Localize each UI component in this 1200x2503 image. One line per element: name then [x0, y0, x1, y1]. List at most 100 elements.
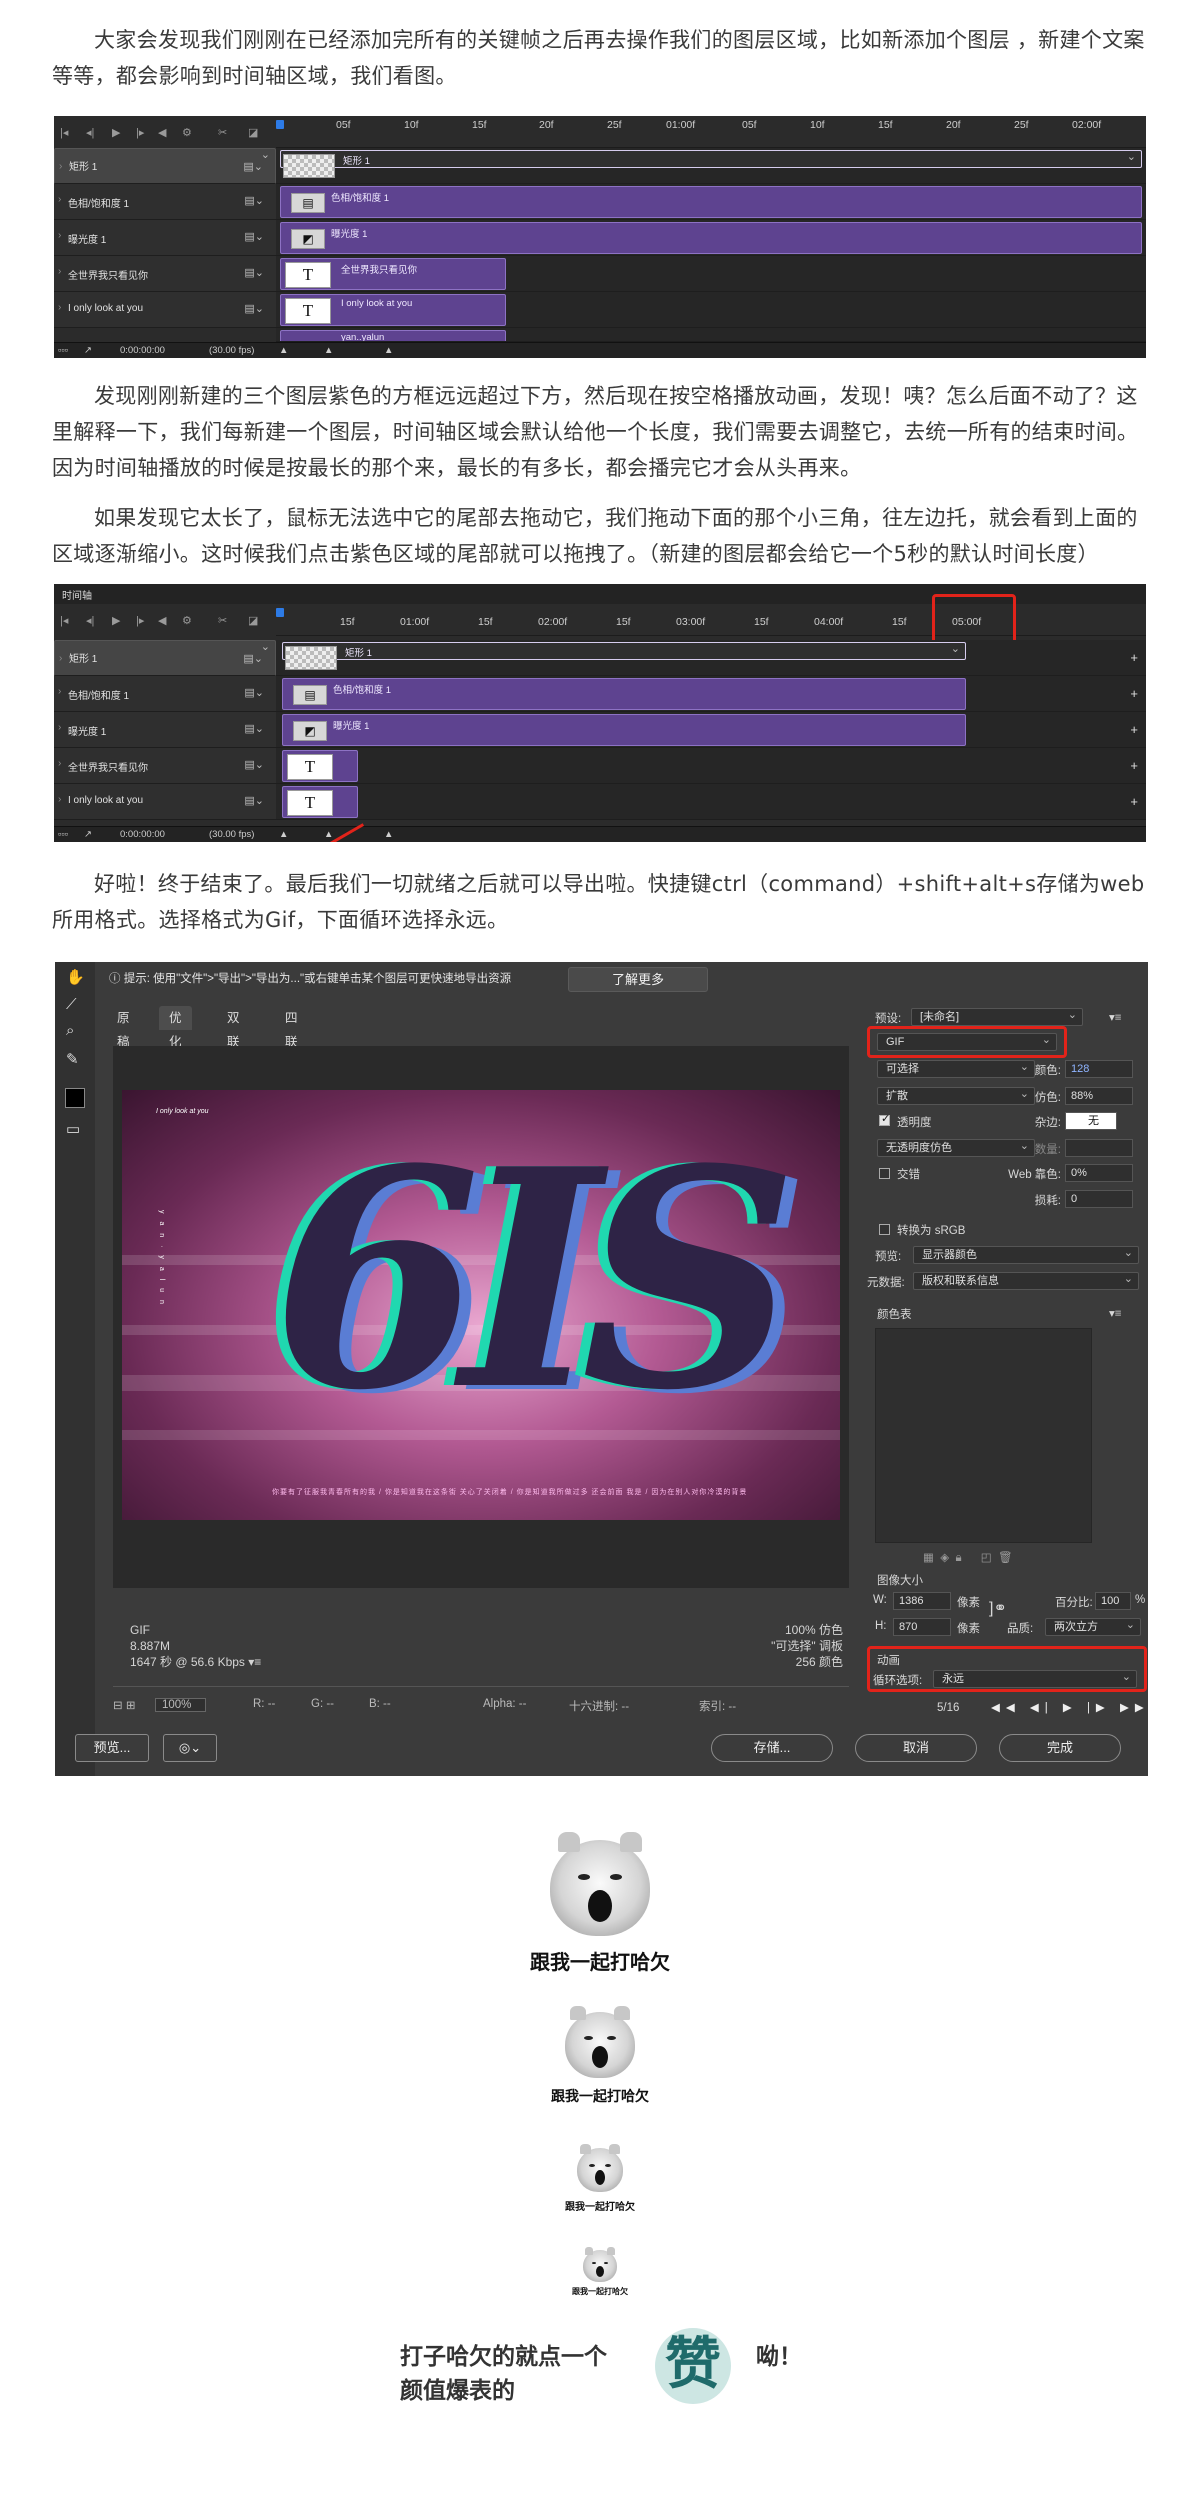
preview-select[interactable]: 显示器颜色 [913, 1245, 1139, 1264]
interlaced-checkbox[interactable] [879, 1168, 890, 1179]
web-snap-field[interactable]: 0% [1065, 1164, 1133, 1182]
layer-duration-bar[interactable]: ▤ 色相/饱和度 1 [280, 186, 1142, 218]
add-media-icon[interactable]: + [1130, 650, 1138, 665]
scissors-icon[interactable]: ✂ [218, 614, 227, 627]
frames-icon[interactable]: ▫▫▫ [58, 345, 68, 356]
convert-icon[interactable]: ↗ [84, 345, 92, 356]
save-button[interactable]: 存储... [711, 1734, 833, 1762]
tab-2-up[interactable]: 双联 [217, 1006, 250, 1049]
reduction-select[interactable]: 可选择 [877, 1059, 1035, 1078]
color-table-menu-icon[interactable]: ▾≡ [1109, 1306, 1121, 1320]
frames-icon[interactable]: ▫▫▫ [58, 829, 68, 840]
slice-select-icon[interactable]: ⟋ [66, 996, 77, 1013]
layer-duration-bar[interactable]: T I only look at you [280, 294, 506, 326]
eyedropper-color-swatch[interactable] [65, 1088, 85, 1108]
time-ruler[interactable]: 05f 10f 15f 20f 25f 01:00f 05f 10f 15f 2… [276, 116, 1146, 148]
layer-row[interactable]: 矩形 1 ▤⌄ [54, 639, 276, 676]
loop-select[interactable]: 永远 [933, 1669, 1137, 1688]
zoom-slider-thumb[interactable]: ▲ [324, 345, 333, 356]
scissors-icon[interactable]: ✂ [218, 126, 227, 139]
cancel-button[interactable]: 取消 [855, 1734, 977, 1762]
transition-icon[interactable]: ◪ [248, 126, 258, 139]
layer-row[interactable]: 曝光度 1 ▤⌄ [54, 220, 276, 256]
quality-select[interactable]: 两次立方 [1045, 1617, 1141, 1636]
prev-frame-icon[interactable]: ◂| [86, 614, 94, 627]
layer-row[interactable]: 色相/饱和度 1 ▤⌄ [54, 184, 276, 220]
eyedropper-icon[interactable]: ✎ [66, 1050, 79, 1068]
tab-4-up[interactable]: 四联 [275, 1006, 308, 1049]
matte-select[interactable]: 无 [1065, 1112, 1117, 1130]
color-table-actions[interactable]: ▦ ◈ 🔒︎ ◰ 🗑︎ [923, 1550, 1013, 1565]
height-field[interactable]: 870 [893, 1618, 951, 1636]
add-media-icon[interactable]: + [1130, 758, 1138, 773]
panel-menu-icon[interactable]: ▾≡ [1109, 1010, 1121, 1024]
film-icon[interactable]: ▤⌄ [244, 794, 264, 807]
preview-button[interactable]: 预览... [75, 1734, 149, 1762]
playhead-icon[interactable] [276, 608, 284, 617]
tab-original[interactable]: 原稿 [107, 1006, 140, 1049]
layer-duration-bar[interactable]: 矩形 1 [282, 641, 966, 670]
play-icon[interactable]: ▶ [112, 126, 120, 139]
toggle-slices-icon[interactable]: ▭ [66, 1120, 80, 1138]
layer-row[interactable]: I only look at you ▤⌄ [54, 292, 276, 328]
zoom-slider-thumb[interactable]: ▲ [324, 829, 333, 840]
zoom-out-icon[interactable]: ⊟ ⊞ [113, 1698, 135, 1712]
settings-gear-icon[interactable]: ⚙ [182, 126, 192, 139]
colors-select[interactable]: 128 [1065, 1060, 1133, 1078]
convert-icon[interactable]: ↗ [84, 829, 92, 840]
srgb-checkbox[interactable] [879, 1224, 890, 1235]
zoom-out-icon[interactable]: ▲ [279, 345, 288, 356]
animation-playback-controls[interactable]: ◀◀ ◀| ▶ |▶ ▶▶ [991, 1700, 1150, 1714]
preset-select[interactable]: [未命名] [911, 1007, 1083, 1026]
dither-field[interactable]: 88% [1065, 1087, 1133, 1105]
layer-row[interactable]: 曝光度 1 ▤⌄ [54, 712, 276, 748]
film-icon[interactable]: ▤⌄ [244, 686, 264, 699]
audio-icon[interactable]: ◀ [158, 614, 166, 627]
lossy-field[interactable]: 0 [1065, 1190, 1133, 1208]
zoom-tool-icon[interactable]: ⌕ [66, 1022, 74, 1039]
film-icon[interactable]: ▤⌄ [244, 302, 264, 315]
film-icon[interactable]: ▤⌄ [244, 722, 264, 735]
percent-field[interactable]: 100 [1095, 1592, 1131, 1610]
first-frame-icon[interactable]: |◂ [60, 126, 68, 139]
film-icon[interactable]: ▤⌄ [244, 230, 264, 243]
width-field[interactable]: 1386 [893, 1592, 951, 1610]
next-frame-icon[interactable]: |▸ [136, 126, 144, 139]
zoom-in-icon[interactable]: ▲ [384, 829, 393, 840]
hand-tool-icon[interactable]: ✋ [66, 968, 85, 986]
transparency-checkbox[interactable] [879, 1112, 890, 1126]
add-media-icon[interactable]: + [1130, 686, 1138, 701]
layer-row[interactable]: 矩形 1 ▤⌄ [54, 147, 276, 184]
browser-preview-icon[interactable]: ◎⌄ [163, 1734, 217, 1762]
add-media-icon[interactable]: + [1130, 722, 1138, 737]
play-icon[interactable]: ▶ [112, 614, 120, 627]
layer-duration-bar[interactable]: T 全世界我只看见你 [280, 258, 506, 290]
layer-duration-bar[interactable]: T [282, 786, 358, 818]
preview-canvas[interactable]: 6IS I only look at you y a n · y a l u n… [113, 1046, 849, 1588]
zoom-select[interactable]: 100% [155, 1698, 207, 1712]
transparency-dither-select[interactable]: 无透明度仿色 [877, 1138, 1035, 1157]
layer-duration-bar[interactable]: T [282, 750, 358, 782]
menu-icon[interactable]: ▾≡ [248, 1655, 261, 1669]
layer-row[interactable]: 全世界我只看见你 ▤⌄ [54, 256, 276, 292]
film-icon[interactable]: ▤⌄ [244, 194, 264, 207]
zoom-out-icon[interactable]: ▲ [279, 829, 288, 840]
layer-duration-bar[interactable]: ◩ 曝光度 1 [282, 714, 966, 746]
dither-algorithm-select[interactable]: 扩散 [877, 1086, 1035, 1105]
film-icon[interactable]: ▤⌄ [244, 758, 264, 771]
tab-optimized[interactable]: 优化 [159, 1006, 192, 1049]
layer-row[interactable]: 全世界我只看见你 ▤⌄ [54, 748, 276, 784]
layer-duration-bar[interactable]: ▤ 色相/饱和度 1 [282, 678, 966, 710]
link-icon[interactable]: ]⚭ [989, 1598, 1007, 1618]
metadata-select[interactable]: 版权和联系信息 [913, 1271, 1139, 1290]
zoom-in-icon[interactable]: ▲ [384, 345, 393, 356]
add-media-icon[interactable]: + [1130, 794, 1138, 809]
layer-row[interactable]: I only look at you ▤⌄ [54, 784, 276, 820]
layer-duration-bar[interactable]: 矩形 1 [280, 149, 1142, 178]
next-frame-icon[interactable]: |▸ [136, 614, 144, 627]
transition-icon[interactable]: ◪ [248, 614, 258, 627]
done-button[interactable]: 完成 [999, 1734, 1121, 1762]
film-icon[interactable]: ▤⌄ [243, 651, 263, 667]
settings-gear-icon[interactable]: ⚙ [182, 614, 192, 627]
format-select[interactable]: GIF [877, 1032, 1057, 1051]
